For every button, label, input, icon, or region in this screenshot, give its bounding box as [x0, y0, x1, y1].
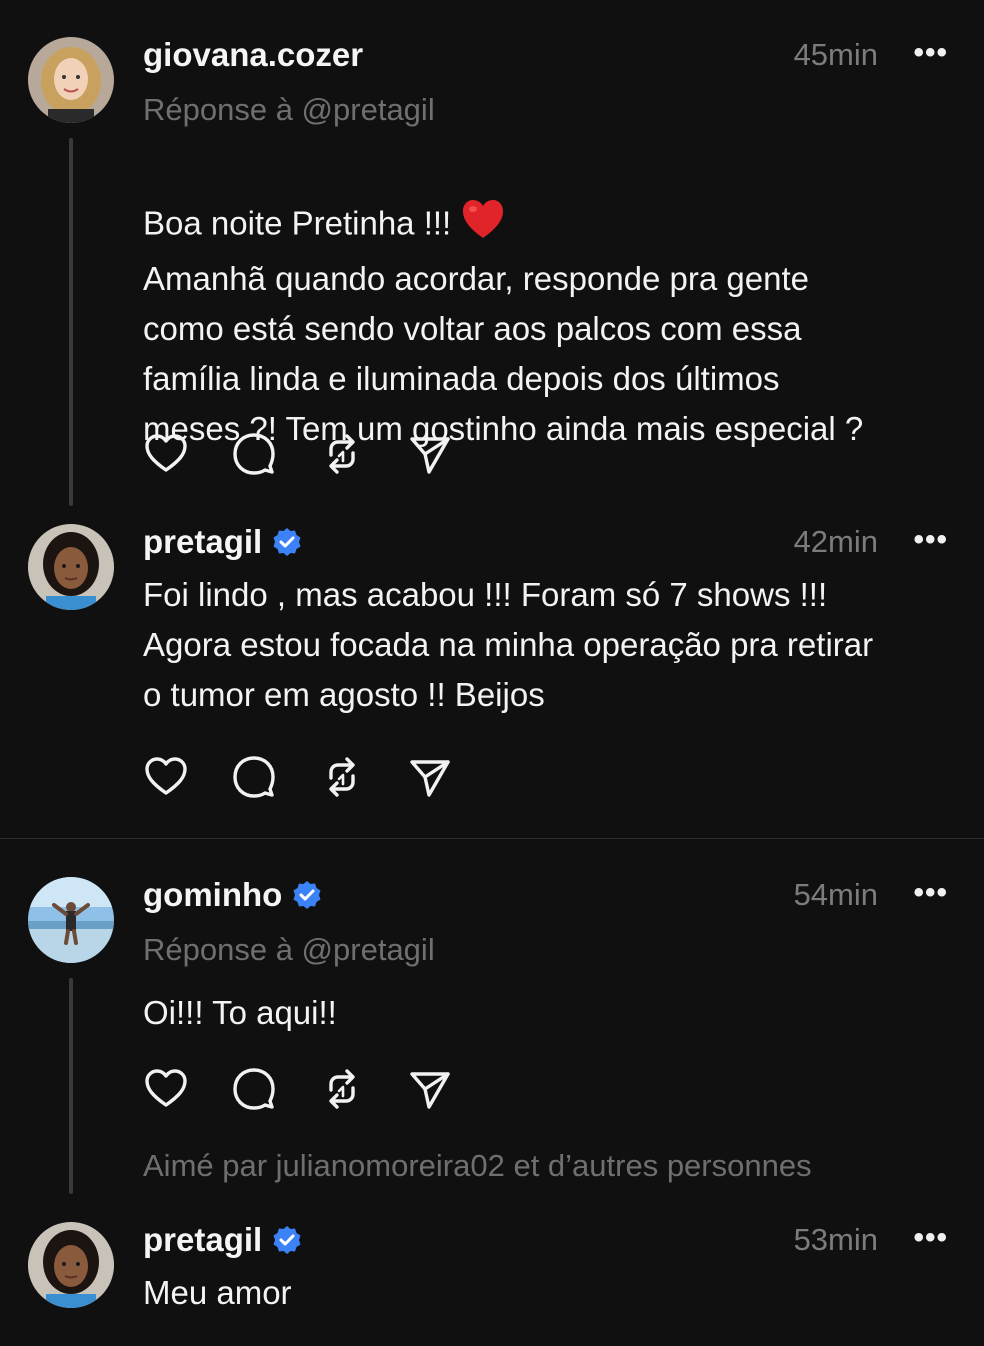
thread-connector	[69, 138, 73, 506]
username[interactable]: pretagil	[143, 1220, 302, 1260]
username-text[interactable]: pretagil	[143, 522, 262, 562]
avatar[interactable]	[28, 1222, 114, 1308]
username[interactable]: giovana.cozer	[143, 35, 363, 75]
avatar[interactable]	[28, 524, 114, 610]
username-text[interactable]: giovana.cozer	[143, 35, 363, 75]
post-text: Meu amor	[143, 1274, 292, 1311]
action-bar	[143, 1066, 453, 1112]
timestamp: 42min	[793, 524, 878, 559]
post-text: Oi!!! To aqui!!	[143, 994, 337, 1031]
more-icon[interactable]: •••	[913, 873, 948, 913]
comment-icon[interactable]	[231, 1066, 277, 1112]
verified-badge-icon	[292, 880, 322, 910]
comment-icon[interactable]	[231, 754, 277, 800]
more-icon[interactable]: •••	[913, 520, 948, 560]
more-icon[interactable]: •••	[913, 1218, 948, 1258]
post-text-body: Amanhã quando acordar, responde pra gent…	[143, 260, 864, 447]
timestamp: 53min	[793, 1222, 878, 1257]
username[interactable]: pretagil	[143, 522, 302, 562]
reply-to-label[interactable]: Réponse à @pretagil	[143, 90, 435, 130]
comment-icon[interactable]	[231, 431, 277, 477]
share-icon[interactable]	[407, 754, 453, 800]
more-icon[interactable]: •••	[913, 33, 948, 73]
avatar[interactable]	[28, 37, 114, 123]
username-text[interactable]: gominho	[143, 875, 282, 915]
heart-icon[interactable]	[143, 754, 189, 800]
post-text-line: Boa noite Pretinha !!!	[143, 204, 452, 242]
thread-connector	[69, 978, 73, 1194]
liked-by-label[interactable]: Aimé par julianomoreira02 et d’autres pe…	[143, 1146, 812, 1186]
username[interactable]: gominho	[143, 875, 322, 915]
share-icon[interactable]	[407, 431, 453, 477]
post-text: Foi lindo , mas acabou !!! Foram só 7 sh…	[143, 576, 874, 713]
username-text[interactable]: pretagil	[143, 1220, 262, 1260]
timestamp: 54min	[793, 877, 878, 912]
heart-icon[interactable]	[143, 1066, 189, 1112]
reply-to-label[interactable]: Réponse à @pretagil	[143, 930, 435, 970]
red-heart-emoji-icon	[461, 198, 505, 254]
verified-badge-icon	[272, 527, 302, 557]
share-icon[interactable]	[407, 1066, 453, 1112]
avatar[interactable]	[28, 877, 114, 963]
repost-icon[interactable]	[319, 431, 365, 477]
repost-icon[interactable]	[319, 754, 365, 800]
divider	[0, 838, 984, 839]
verified-badge-icon	[272, 1225, 302, 1255]
action-bar	[143, 754, 453, 800]
repost-icon[interactable]	[319, 1066, 365, 1112]
heart-icon[interactable]	[143, 431, 189, 477]
timestamp: 45min	[793, 37, 878, 72]
action-bar	[143, 431, 453, 477]
